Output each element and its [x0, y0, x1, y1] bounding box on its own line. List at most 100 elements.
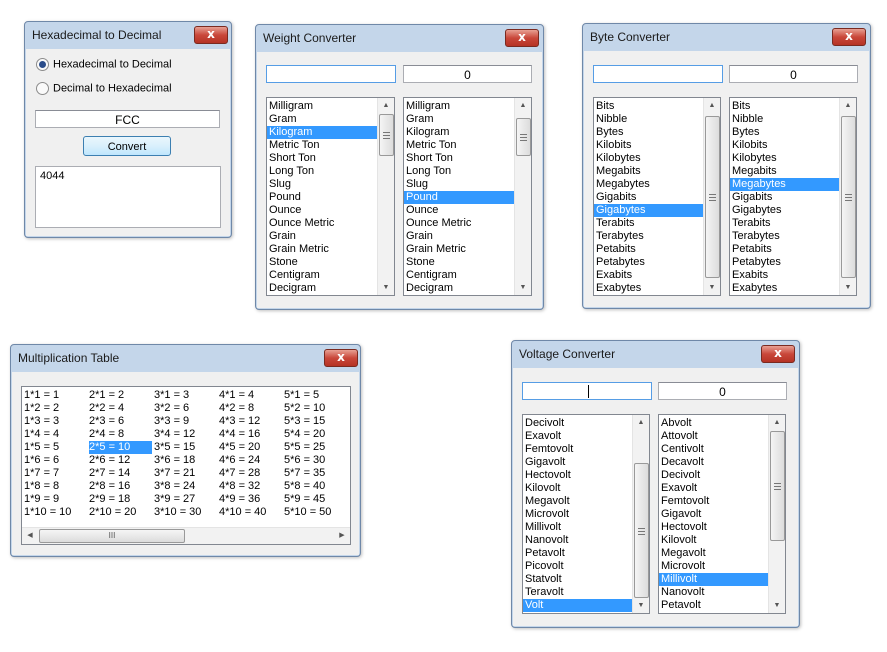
table-cell[interactable]: 2*7 = 14 — [89, 467, 152, 480]
list-item[interactable]: Petabits — [730, 243, 839, 256]
list-item[interactable]: Terabits — [730, 217, 839, 230]
list-item[interactable]: Decavolt — [659, 456, 768, 469]
list-item[interactable]: Metric Ton — [404, 139, 514, 152]
table-cell[interactable]: 4*3 = 12 — [219, 415, 282, 428]
horizontal-scrollbar[interactable]: ◀ III ▶ — [22, 527, 350, 544]
table-cell[interactable]: 5*10 = 50 — [284, 506, 347, 519]
table-cell[interactable]: 4*6 = 24 — [219, 454, 282, 467]
scroll-up-icon[interactable]: ▲ — [769, 415, 785, 430]
list-item[interactable]: Exabits — [730, 269, 839, 282]
table-cell[interactable]: 5*4 = 20 — [284, 428, 347, 441]
list-item[interactable]: Gram — [404, 113, 514, 126]
list-item[interactable]: Grain — [267, 230, 377, 243]
scroll-down-icon[interactable]: ▼ — [769, 598, 785, 613]
table-cell[interactable]: 4*10 = 40 — [219, 506, 282, 519]
scroll-up-icon[interactable]: ▲ — [378, 98, 394, 113]
list-item[interactable]: Gigabytes — [730, 204, 839, 217]
byte-from-list[interactable]: Bits Nibble Bytes Kilobits Kilobytes Megabits… — [593, 97, 721, 296]
table-cell[interactable]: 5*6 = 30 — [284, 454, 347, 467]
scroll-thumb[interactable]: III — [39, 529, 185, 543]
list-item[interactable]: Ounce Metric — [404, 217, 514, 230]
list-item[interactable]: Hectovolt — [659, 521, 768, 534]
list-item[interactable]: Decigram — [404, 282, 514, 295]
list-item[interactable]: Petabits — [594, 243, 703, 256]
scroll-left-icon[interactable]: ◀ — [22, 528, 38, 544]
voltage-from-list[interactable]: Decivolt Exavolt Femtovolt Gigavolt Hectovol… — [522, 414, 650, 614]
list-item[interactable]: Millivolt — [659, 573, 768, 586]
table-cell[interactable]: 3*8 = 24 — [154, 480, 217, 493]
vertical-scrollbar[interactable]: ▲ ▼ — [632, 415, 649, 613]
list-item[interactable]: Kilogram — [267, 126, 377, 139]
list-item[interactable]: Nibble — [594, 113, 703, 126]
list-item[interactable]: Petabytes — [730, 256, 839, 269]
list-item[interactable]: Petabytes — [594, 256, 703, 269]
list-item[interactable]: Kilobytes — [594, 152, 703, 165]
byte-to-list[interactable]: Bits Nibble Bytes Kilobits Kilobytes Megabits… — [729, 97, 857, 296]
table-cell[interactable]: 4*8 = 32 — [219, 480, 282, 493]
list-item[interactable]: Decigram — [267, 282, 377, 295]
vertical-scrollbar[interactable]: ▲ ▼ — [377, 98, 394, 295]
list-item[interactable]: Stone — [404, 256, 514, 269]
list-item[interactable]: Ounce — [267, 204, 377, 217]
list-item[interactable]: Hectovolt — [523, 469, 632, 482]
scroll-down-icon[interactable]: ▼ — [840, 280, 856, 295]
close-button[interactable]: x — [761, 345, 795, 363]
close-button[interactable]: x — [194, 26, 228, 44]
title-bar[interactable]: Hexadecimal to Decimal x — [25, 22, 231, 49]
table-cell[interactable]: 2*4 = 8 — [89, 428, 152, 441]
scroll-up-icon[interactable]: ▲ — [840, 98, 856, 113]
scroll-down-icon[interactable]: ▼ — [704, 280, 720, 295]
list-item[interactable]: Megabits — [730, 165, 839, 178]
voltage-to-list[interactable]: Abvolt Attovolt Centivolt Decavolt Decivolt E… — [658, 414, 786, 614]
scroll-down-icon[interactable]: ▼ — [378, 280, 394, 295]
table-cell[interactable]: 2*10 = 20 — [89, 506, 152, 519]
table-cell[interactable]: 4*4 = 16 — [219, 428, 282, 441]
table-cell[interactable]: 1*9 = 9 — [24, 493, 87, 506]
scroll-down-icon[interactable]: ▼ — [633, 598, 649, 613]
table-cell[interactable]: 3*10 = 30 — [154, 506, 217, 519]
list-item[interactable]: Bytes — [594, 126, 703, 139]
list-item[interactable]: Ounce — [404, 204, 514, 217]
vertical-scrollbar[interactable]: ▲ ▼ — [514, 98, 531, 295]
list-item[interactable]: Megabytes — [730, 178, 839, 191]
list-item[interactable]: Short Ton — [267, 152, 377, 165]
title-bar[interactable]: Byte Converter x — [583, 24, 870, 51]
table-cell[interactable]: 1*4 = 4 — [24, 428, 87, 441]
list-item[interactable]: Kilogram — [404, 126, 514, 139]
table-cell[interactable]: 3*9 = 27 — [154, 493, 217, 506]
list-item[interactable]: Grain — [404, 230, 514, 243]
list-item[interactable]: Centivolt — [659, 443, 768, 456]
list-item[interactable]: Gigabytes — [594, 204, 703, 217]
table-cell[interactable]: 3*6 = 18 — [154, 454, 217, 467]
scroll-up-icon[interactable]: ▲ — [633, 415, 649, 430]
list-item[interactable]: Microvolt — [523, 508, 632, 521]
table-cell[interactable]: 3*7 = 21 — [154, 467, 217, 480]
table-cell[interactable]: 1*10 = 10 — [24, 506, 87, 519]
table-cell[interactable]: 1*5 = 5 — [24, 441, 87, 454]
table-cell[interactable]: 5*8 = 40 — [284, 480, 347, 493]
list-item[interactable]: Millivolt — [523, 521, 632, 534]
table-cell[interactable]: 4*5 = 20 — [219, 441, 282, 454]
list-item[interactable]: Milligram — [404, 100, 514, 113]
list-item[interactable]: Megavolt — [523, 495, 632, 508]
list-item[interactable]: Metric Ton — [267, 139, 377, 152]
list-item[interactable]: Milligram — [267, 100, 377, 113]
table-cell[interactable]: 4*1 = 4 — [219, 389, 282, 402]
table-cell[interactable]: 5*2 = 10 — [284, 402, 347, 415]
list-item[interactable]: Petavolt — [523, 547, 632, 560]
scroll-thumb[interactable] — [841, 116, 856, 278]
list-item[interactable]: Slug — [267, 178, 377, 191]
list-item[interactable]: Attovolt — [659, 430, 768, 443]
list-item[interactable]: Bits — [730, 100, 839, 113]
list-item[interactable]: Terabytes — [594, 230, 703, 243]
byte-output[interactable]: 0 — [729, 65, 858, 83]
list-item[interactable]: Kilobytes — [730, 152, 839, 165]
list-item[interactable]: Kilovolt — [659, 534, 768, 547]
list-item[interactable]: Decivolt — [659, 469, 768, 482]
weight-to-list[interactable]: Milligram Gram Kilogram Metric Ton Short Ton… — [403, 97, 532, 296]
list-item[interactable]: Ounce Metric — [267, 217, 377, 230]
table-cell[interactable]: 3*4 = 12 — [154, 428, 217, 441]
byte-input[interactable] — [593, 65, 723, 83]
list-item[interactable]: Bytes — [730, 126, 839, 139]
title-bar[interactable]: Multiplication Table x — [11, 345, 360, 372]
